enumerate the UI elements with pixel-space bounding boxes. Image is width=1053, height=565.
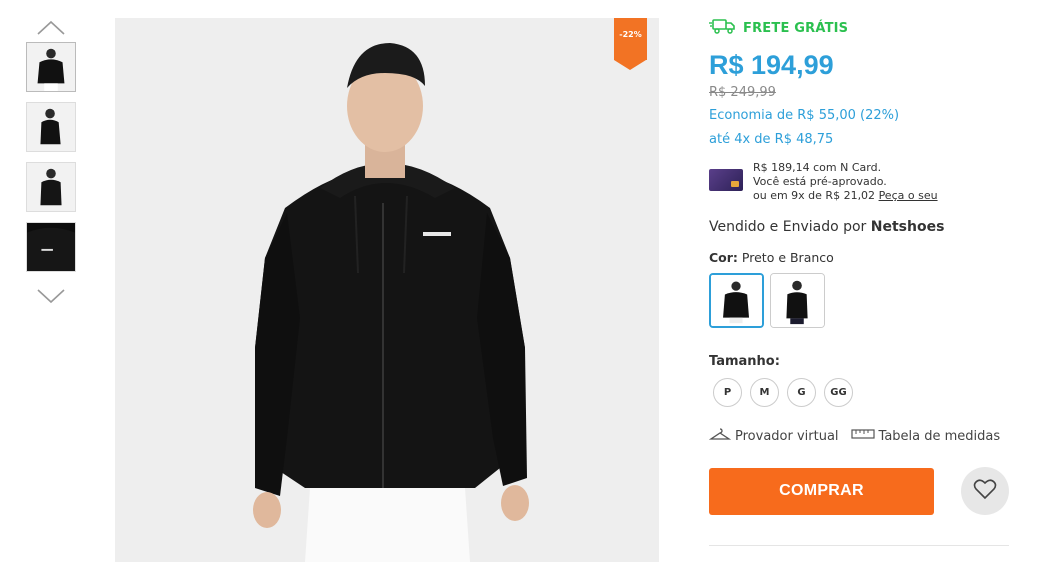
card-offer-line2: Você está pré-aprovado. xyxy=(753,175,887,188)
product-info: FRETE GRÁTIS R$ 194,99 R$ 249,99 Economi… xyxy=(708,18,1009,515)
thumbnail-gallery xyxy=(24,14,78,310)
size-gg[interactable]: GG xyxy=(824,378,853,407)
size-helper-links: Provador virtual Tabela de medidas xyxy=(708,427,1009,445)
installments-text: até 4x de R$ 48,75 xyxy=(709,132,834,147)
virtual-fitting-label: Provador virtual xyxy=(735,428,839,444)
free-shipping: FRETE GRÁTIS xyxy=(709,18,1009,38)
economy-text: Economia de R$ 55,00 (22%) xyxy=(709,108,900,123)
card-offer-line3: ou em 9x de R$ 21,02 xyxy=(753,189,876,202)
free-shipping-label: FRETE GRÁTIS xyxy=(743,20,849,36)
size-label: Tamanho: xyxy=(709,354,780,369)
thumbnail-3[interactable] xyxy=(26,162,76,212)
seller-prefix: Vendido e Enviado por xyxy=(709,219,867,235)
size-m[interactable]: M xyxy=(750,378,779,407)
favorite-button[interactable] xyxy=(961,467,1009,515)
truck-icon xyxy=(709,18,737,38)
thumbnail-4[interactable] xyxy=(26,222,76,272)
chevron-up-icon[interactable] xyxy=(24,14,78,42)
purchase-actions: COMPRAR xyxy=(709,467,1009,515)
heart-icon xyxy=(973,478,997,504)
color-value: Preto e Branco xyxy=(741,250,834,265)
divider xyxy=(709,545,1009,546)
seller-info: Vendido e Enviado por Netshoes xyxy=(709,219,1009,235)
size-p[interactable]: P xyxy=(713,378,742,407)
virtual-fitting-link[interactable]: Provador virtual xyxy=(708,427,839,445)
product-image: -22% xyxy=(115,18,659,562)
size-g[interactable]: G xyxy=(787,378,816,407)
color-swatches xyxy=(709,273,1009,328)
thumbnail-1[interactable] xyxy=(26,42,76,92)
size-table-label: Tabela de medidas xyxy=(878,428,1001,444)
buy-button[interactable]: COMPRAR xyxy=(709,467,934,515)
color-swatch-1[interactable] xyxy=(709,273,764,328)
old-price: R$ 249,99 xyxy=(709,85,776,100)
request-card-link[interactable]: Peça o seu xyxy=(879,189,938,202)
credit-card-icon xyxy=(709,169,743,191)
size-table-link[interactable]: Tabela de medidas xyxy=(850,427,1001,445)
thumbnail-2[interactable] xyxy=(26,102,76,152)
discount-badge: -22% xyxy=(614,18,647,70)
chevron-down-icon[interactable] xyxy=(24,282,78,310)
color-swatch-2[interactable] xyxy=(770,273,825,328)
hanger-icon xyxy=(708,427,732,445)
color-selector-label: Cor: Preto e Branco xyxy=(709,250,1009,265)
ruler-icon xyxy=(850,428,875,444)
seller-name: Netshoes xyxy=(870,219,945,235)
card-offer-text: R$ 189,14 com N Card. Você está pré-apro… xyxy=(753,161,938,203)
color-label: Cor: xyxy=(709,250,738,265)
size-options: P M G GG xyxy=(713,378,1009,407)
card-offer: R$ 189,14 com N Card. Você está pré-apro… xyxy=(709,161,1009,203)
card-offer-line1: R$ 189,14 com N Card. xyxy=(753,161,882,174)
product-photo xyxy=(115,18,659,562)
current-price: R$ 194,99 xyxy=(709,50,834,80)
